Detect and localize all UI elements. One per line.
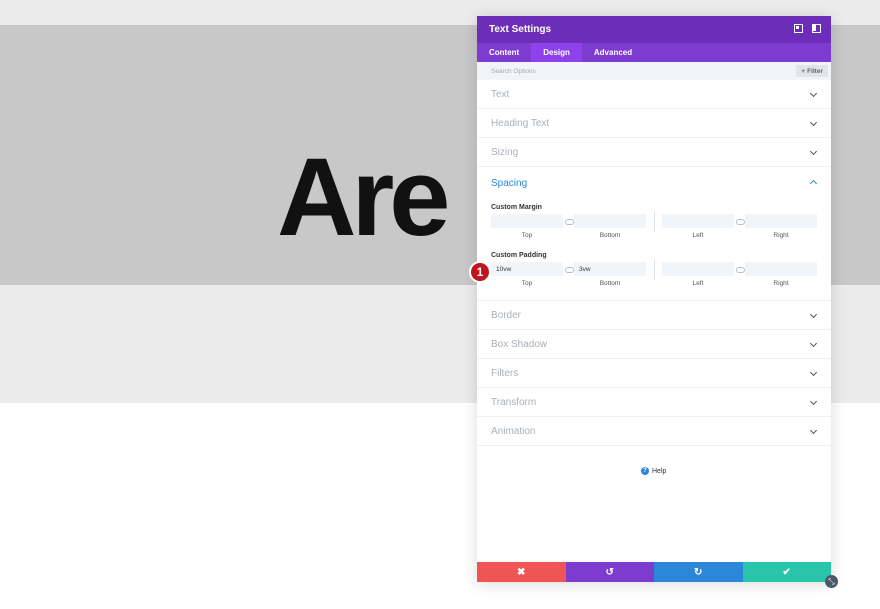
expand-icon[interactable] bbox=[794, 24, 803, 33]
section-animation[interactable]: Animation bbox=[477, 417, 831, 446]
link-icon[interactable] bbox=[736, 267, 745, 273]
section-label: Heading Text bbox=[491, 117, 550, 129]
link-icon[interactable] bbox=[565, 219, 574, 225]
chevron-down-icon bbox=[809, 310, 818, 319]
undo-icon: ↺ bbox=[605, 566, 614, 578]
custom-margin-label: Custom Margin bbox=[491, 204, 542, 211]
tab-advanced[interactable]: Advanced bbox=[582, 43, 644, 62]
section-heading-text[interactable]: Heading Text bbox=[477, 109, 831, 138]
caption-right: Right bbox=[773, 280, 789, 287]
help-icon: ? bbox=[641, 467, 649, 475]
padding-top-input[interactable] bbox=[491, 262, 563, 276]
padding-right-input[interactable] bbox=[745, 262, 817, 276]
search-options-input[interactable] bbox=[491, 67, 731, 75]
close-icon: ✖ bbox=[517, 566, 526, 578]
divider bbox=[654, 260, 655, 280]
chevron-down-icon bbox=[809, 397, 818, 406]
help-label: Help bbox=[652, 467, 667, 475]
section-border[interactable]: Border bbox=[477, 301, 831, 330]
plus-icon: + bbox=[801, 67, 806, 75]
chevron-down-icon bbox=[809, 368, 818, 377]
margin-left-input[interactable] bbox=[662, 214, 734, 228]
redo-icon: ↻ bbox=[694, 566, 703, 578]
margin-top-input[interactable] bbox=[491, 214, 563, 228]
margin-right-input[interactable] bbox=[745, 214, 817, 228]
section-text[interactable]: Text bbox=[477, 80, 831, 109]
divider bbox=[654, 212, 655, 232]
text-settings-panel: Text Settings Content Design Advanced + … bbox=[477, 16, 831, 582]
padding-bottom-input[interactable] bbox=[574, 262, 646, 276]
caption-right: Right bbox=[773, 232, 789, 239]
chevron-down-icon bbox=[809, 339, 818, 348]
chevron-down-icon bbox=[809, 147, 818, 156]
cancel-button[interactable]: ✖ bbox=[477, 562, 566, 582]
panel-title: Text Settings bbox=[489, 24, 552, 35]
section-label: Box Shadow bbox=[491, 338, 548, 350]
caption-bottom: Bottom bbox=[599, 232, 621, 239]
section-label: Border bbox=[491, 309, 522, 321]
tab-design[interactable]: Design bbox=[531, 43, 582, 62]
resize-handle-icon[interactable]: ⤡ bbox=[825, 575, 838, 588]
section-box-shadow[interactable]: Box Shadow bbox=[477, 330, 831, 359]
redo-button[interactable]: ↻ bbox=[654, 562, 743, 582]
chevron-down-icon bbox=[809, 426, 818, 435]
filter-label: Filter bbox=[807, 67, 823, 75]
undo-button[interactable]: ↺ bbox=[565, 562, 654, 582]
save-button[interactable]: ✔ bbox=[742, 562, 831, 582]
help-link[interactable]: ? Help bbox=[641, 467, 666, 475]
link-icon[interactable] bbox=[565, 267, 574, 273]
section-label: Animation bbox=[491, 425, 536, 437]
margin-bottom-input[interactable] bbox=[574, 214, 646, 228]
hero-heading: Are bbox=[277, 136, 450, 259]
caption-left: Left bbox=[692, 232, 704, 239]
check-icon: ✔ bbox=[782, 566, 791, 578]
caption-left: Left bbox=[692, 280, 704, 287]
section-transform[interactable]: Transform bbox=[477, 388, 831, 417]
step-badge: 1 bbox=[469, 261, 491, 283]
panel-header: Text Settings bbox=[477, 16, 831, 43]
filter-button[interactable]: + Filter bbox=[796, 65, 828, 77]
chevron-up-icon[interactable] bbox=[809, 179, 818, 188]
chevron-down-icon bbox=[809, 89, 818, 98]
section-label: Text bbox=[491, 88, 510, 100]
panel-footer: ✖ ↺ ↻ ✔ bbox=[477, 562, 831, 582]
section-sizing[interactable]: Sizing bbox=[477, 138, 831, 167]
section-label: Filters bbox=[491, 367, 519, 379]
chevron-down-icon bbox=[809, 118, 818, 127]
search-row: + Filter bbox=[477, 62, 831, 80]
section-filters[interactable]: Filters bbox=[477, 359, 831, 388]
caption-top: Top bbox=[521, 232, 533, 239]
section-spacing: Spacing Custom Margin Top Bottom Left Ri… bbox=[477, 167, 831, 301]
caption-bottom: Bottom bbox=[599, 280, 621, 287]
panel-tabs: Content Design Advanced bbox=[477, 43, 831, 62]
custom-padding-label: Custom Padding bbox=[491, 252, 547, 259]
sidebar-icon[interactable] bbox=[812, 24, 821, 33]
padding-left-input[interactable] bbox=[662, 262, 734, 276]
section-label: Sizing bbox=[491, 146, 519, 158]
link-icon[interactable] bbox=[736, 219, 745, 225]
caption-top: Top bbox=[521, 280, 533, 287]
spacing-title[interactable]: Spacing bbox=[491, 178, 527, 189]
tab-content[interactable]: Content bbox=[477, 43, 531, 62]
section-label: Transform bbox=[491, 396, 537, 408]
